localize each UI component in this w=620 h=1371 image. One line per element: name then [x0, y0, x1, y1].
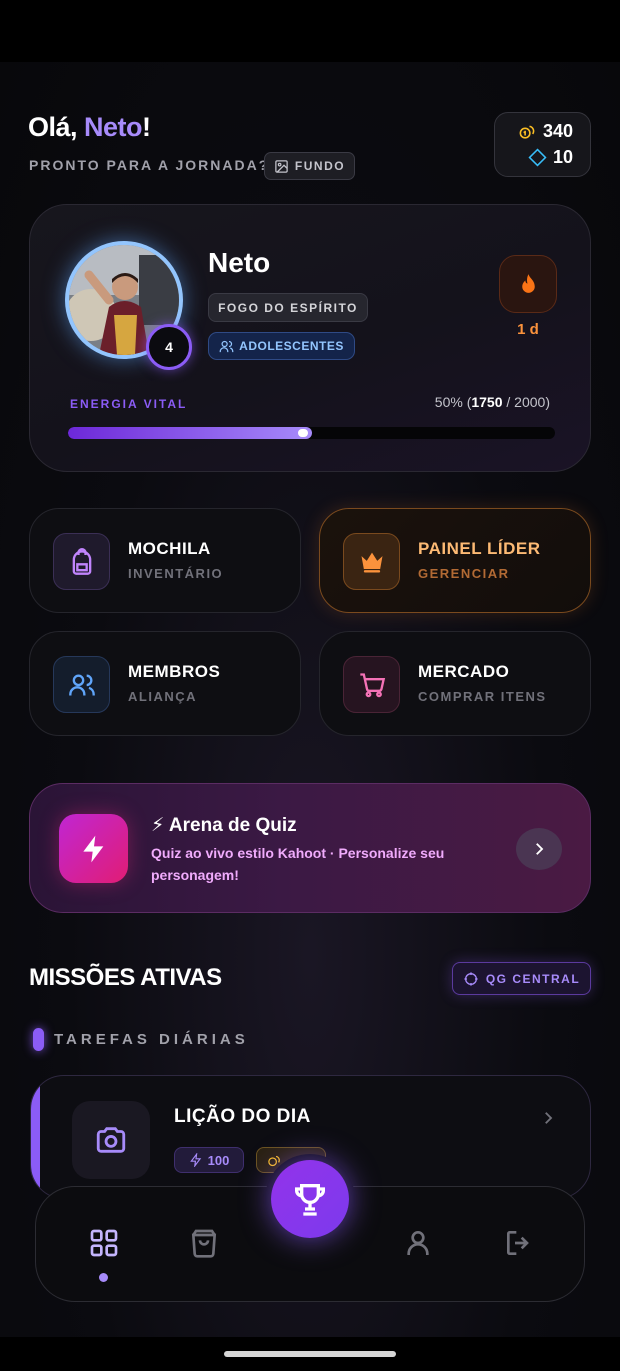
profile-card[interactable]: 4 Neto FOGO DO ESPÍRITO ADOLESCENTES 1 d… — [29, 204, 591, 472]
leader-panel-subtitle: GERENCIAR — [418, 566, 510, 581]
lightning-icon — [82, 835, 103, 862]
energy-max: / 2000) — [502, 394, 550, 410]
members-title: MEMBROS — [128, 662, 221, 681]
hq-button[interactable]: QG CENTRAL — [452, 962, 591, 995]
profile-name: Neto — [208, 247, 271, 278]
users-icon — [219, 340, 234, 352]
task-xp-value: 100 — [207, 1152, 230, 1168]
background-button-label: FUNDO — [294, 159, 346, 173]
streak-box[interactable] — [499, 255, 557, 313]
hq-button-label: QG CENTRAL — [485, 971, 581, 986]
crown-icon-box — [343, 533, 400, 590]
diamond-icon — [528, 148, 547, 167]
market-title: MERCADO — [418, 662, 510, 681]
market-subtitle: COMPRAR ITENS — [418, 689, 547, 704]
subtitle: PRONTO PARA A JORNADA? — [29, 157, 270, 173]
task-xp-reward: 100 — [174, 1147, 244, 1173]
background-button[interactable]: FUNDO — [264, 152, 355, 180]
system-home-area — [0, 1337, 620, 1371]
level-badge: 4 — [146, 324, 192, 370]
task-icon-box — [72, 1101, 150, 1179]
energy-bar — [68, 427, 555, 439]
backpack-subtitle: INVENTÁRIO — [128, 566, 224, 581]
energy-current: 1750 — [471, 394, 503, 410]
market-tile[interactable]: MERCADO COMPRAR ITENS — [319, 631, 591, 736]
trophy-button-circle — [271, 1160, 349, 1238]
trophy-icon — [295, 1184, 325, 1216]
leader-panel-tile[interactable]: PAINEL LÍDER GERENCIAR — [319, 508, 591, 613]
backpack-title: MOCHILA — [128, 539, 211, 558]
grid-icon — [90, 1229, 118, 1257]
members-subtitle: ALIANÇA — [128, 689, 197, 704]
daily-marker — [33, 1028, 44, 1051]
greeting-suffix: ! — [142, 112, 151, 142]
title-tag: FOGO DO ESPÍRITO — [208, 293, 368, 322]
image-icon — [275, 159, 288, 173]
gems-counter: 10 — [528, 147, 573, 168]
quiz-arena-banner[interactable]: ⚡ Arena de Quiz Quiz ao vivo estilo Kaho… — [29, 783, 591, 913]
backpack-icon-box — [53, 533, 110, 590]
group-tag-label: ADOLESCENTES — [239, 339, 344, 353]
energy-bar-fill — [68, 427, 312, 439]
nav-shop[interactable] — [186, 1225, 222, 1261]
coins-counter: 340 — [518, 121, 573, 142]
crown-icon — [361, 552, 382, 572]
chevron-right-icon[interactable] — [539, 1108, 557, 1128]
nav-home[interactable] — [86, 1225, 122, 1261]
streak-days: 1 d — [517, 321, 539, 338]
greeting-prefix: Olá, — [28, 112, 85, 142]
user-icon — [407, 1231, 429, 1255]
energy-value: 50% (1750 / 2000) — [435, 394, 550, 410]
daily-tasks-label: TAREFAS DIÁRIAS — [54, 1031, 249, 1048]
task-accent — [31, 1076, 40, 1198]
quiz-description: Quiz ao vivo estilo Kahoot · Personalize… — [151, 845, 445, 883]
home-indicator[interactable] — [224, 1351, 396, 1357]
users-icon — [68, 674, 95, 695]
cart-icon — [359, 672, 385, 697]
chevron-right-icon — [536, 843, 544, 855]
missions-title: MISSÕES ATIVAS — [29, 964, 222, 991]
greeting: Olá, Neto! — [28, 112, 151, 143]
members-tile[interactable]: MEMBROS ALIANÇA — [29, 631, 301, 736]
nav-active-indicator — [99, 1273, 108, 1282]
group-tag[interactable]: ADOLESCENTES — [208, 332, 355, 360]
target-icon — [464, 971, 478, 986]
quiz-open-button[interactable] — [516, 828, 562, 870]
lightning-icon — [189, 1153, 201, 1167]
quiz-icon-box — [59, 814, 128, 883]
leader-panel-title: PAINEL LÍDER — [418, 539, 541, 558]
flame-icon — [521, 273, 535, 293]
quiz-title: ⚡ Arena de Quiz — [151, 815, 297, 836]
task-title: LIÇÃO DO DIA — [174, 1106, 311, 1127]
backpack-tile[interactable]: MOCHILA INVENTÁRIO — [29, 508, 301, 613]
energy-label: ENERGIA VITAL — [70, 397, 188, 411]
logout-icon — [507, 1231, 529, 1255]
status-bar — [0, 0, 620, 62]
energy-percent: 50% ( — [434, 394, 472, 410]
gems-value: 10 — [552, 147, 573, 167]
nav-logout[interactable] — [501, 1225, 537, 1261]
nav-profile[interactable] — [400, 1225, 436, 1261]
cart-icon-box — [343, 656, 400, 713]
users-icon-box — [53, 656, 110, 713]
currency-box[interactable]: 340 10 — [494, 112, 591, 177]
greeting-name: Neto — [84, 112, 143, 142]
shopping-bag-icon — [191, 1229, 217, 1258]
camera-icon — [96, 1127, 126, 1153]
backpack-icon — [72, 547, 91, 575]
coins-value: 340 — [542, 121, 573, 141]
coins-icon — [519, 125, 535, 139]
app-screen: Olá, Neto! PRONTO PARA A JORNADA? FUNDO … — [0, 62, 620, 1337]
nav-trophy-button[interactable] — [265, 1154, 355, 1244]
